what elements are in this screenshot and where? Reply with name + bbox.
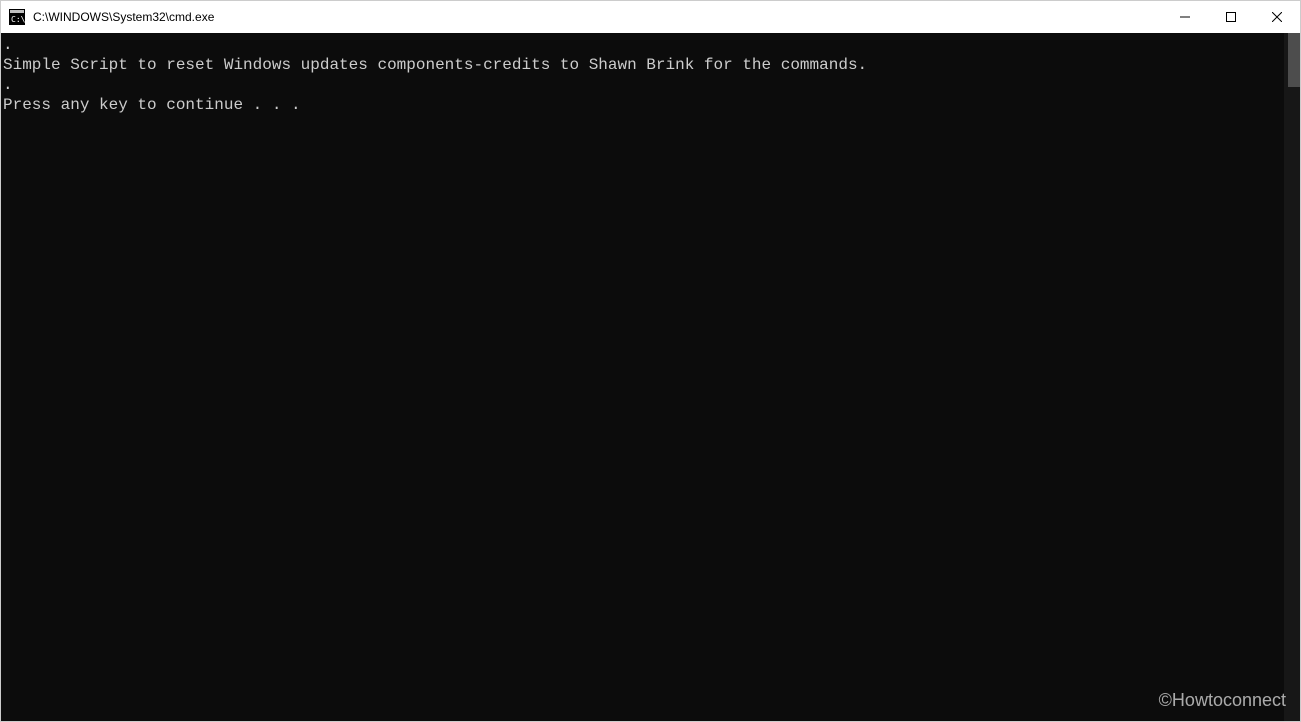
vertical-scrollbar[interactable] xyxy=(1284,33,1300,721)
terminal-line: Press any key to continue . . . xyxy=(3,96,301,114)
titlebar[interactable]: C:\ C:\WINDOWS\System32\cmd.exe xyxy=(1,1,1300,33)
maximize-button[interactable] xyxy=(1208,1,1254,33)
terminal-area: . Simple Script to reset Windows updates… xyxy=(1,33,1300,721)
terminal-line: Simple Script to reset Windows updates c… xyxy=(3,56,867,74)
window-title: C:\WINDOWS\System32\cmd.exe xyxy=(33,10,1162,24)
scrollbar-thumb[interactable] xyxy=(1288,33,1300,87)
terminal-output[interactable]: . Simple Script to reset Windows updates… xyxy=(1,33,1284,721)
terminal-line: . xyxy=(3,36,13,54)
minimize-button[interactable] xyxy=(1162,1,1208,33)
window-controls xyxy=(1162,1,1300,33)
cmd-window: C:\ C:\WINDOWS\System32\cmd.exe . Simple… xyxy=(0,0,1301,722)
terminal-line: . xyxy=(3,76,13,94)
close-button[interactable] xyxy=(1254,1,1300,33)
cmd-icon: C:\ xyxy=(9,9,25,25)
svg-text:C:\: C:\ xyxy=(11,15,25,24)
